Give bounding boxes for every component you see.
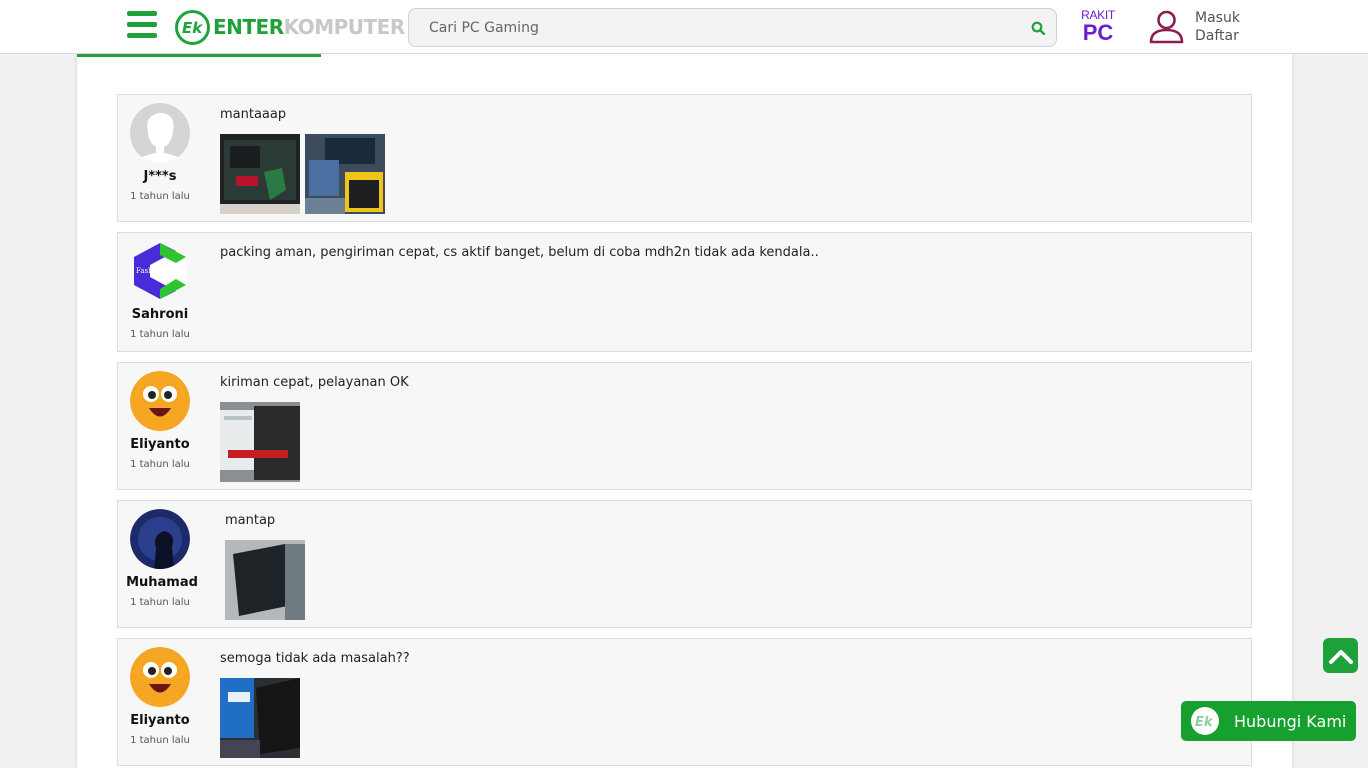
review-card: Fashion_88 Sahroni 1 tahun lalu packing … xyxy=(117,232,1252,352)
review-time: 1 tahun lalu xyxy=(130,329,190,340)
avatar xyxy=(130,647,190,707)
avatar xyxy=(130,509,190,569)
review-photos xyxy=(220,678,300,758)
avatar xyxy=(130,103,190,163)
svg-text:Ek: Ek xyxy=(182,19,203,36)
login-link[interactable]: Masuk xyxy=(1195,9,1240,27)
site-header: Ek ENTERKOMPUTER RAKIT PC Masuk Daftar xyxy=(0,0,1368,54)
review-card: J***s 1 tahun lalu mantaaap xyxy=(117,94,1252,222)
hamburger-menu-icon[interactable] xyxy=(127,11,157,39)
site-logo[interactable]: Ek ENTERKOMPUTER xyxy=(175,9,405,45)
contact-label: Hubungi Kami xyxy=(1234,711,1347,731)
review-photos xyxy=(220,402,300,482)
review-photos xyxy=(220,134,385,214)
review-time: 1 tahun lalu xyxy=(130,735,190,746)
logo-wordmark: ENTERKOMPUTER xyxy=(213,15,405,39)
search-icon[interactable] xyxy=(1020,10,1056,46)
review-photos xyxy=(225,540,305,620)
user-account-icon[interactable] xyxy=(1148,9,1185,45)
avatar xyxy=(130,371,190,431)
svg-text:Fashion_88: Fashion_88 xyxy=(136,267,176,275)
active-tab-indicator xyxy=(77,54,321,57)
contact-us-button[interactable]: Ek Hubungi Kami xyxy=(1181,701,1356,741)
reviewer-name: J***s xyxy=(143,169,177,184)
review-card: Eliyanto 1 tahun lalu kiriman cepat, pel… xyxy=(117,362,1252,490)
chevron-up-icon xyxy=(1328,649,1353,664)
review-photo[interactable] xyxy=(220,678,300,758)
review-time: 1 tahun lalu xyxy=(130,459,190,470)
pc-label: PC xyxy=(1082,20,1114,45)
register-link[interactable]: Daftar xyxy=(1195,27,1240,45)
review-card: Muhamad 1 tahun lalu mantap xyxy=(117,500,1252,628)
scroll-to-top-button[interactable] xyxy=(1323,638,1358,673)
review-card: Eliyanto 1 tahun lalu semoga tidak ada m… xyxy=(117,638,1252,766)
review-comment: mantaaap xyxy=(220,107,287,122)
review-photo[interactable] xyxy=(225,540,305,620)
ek-logo-icon: Ek xyxy=(175,9,210,45)
reviewer-name: Sahroni xyxy=(131,307,189,322)
logo-text-komputer: KOMPUTER xyxy=(283,15,406,39)
reviewer-name: Muhamad xyxy=(126,575,198,590)
auth-links: Masuk Daftar xyxy=(1195,9,1240,45)
review-photo[interactable] xyxy=(305,134,385,214)
review-comment: kiriman cepat, pelayanan OK xyxy=(220,375,409,390)
reviewer-name: Eliyanto xyxy=(130,437,190,452)
reviewer-name: Eliyanto xyxy=(130,713,190,728)
review-time: 1 tahun lalu xyxy=(130,597,190,608)
review-photo[interactable] xyxy=(220,402,300,482)
review-time: 1 tahun lalu xyxy=(130,191,190,202)
logo-text-enter: ENTER xyxy=(213,15,284,39)
review-comment: semoga tidak ada masalah?? xyxy=(220,651,410,666)
reviews-panel: J***s 1 tahun lalu mantaaap Fashion_88 S… xyxy=(77,54,1292,768)
avatar: Fashion_88 xyxy=(130,241,190,301)
review-comment: packing aman, pengiriman cepat, cs aktif… xyxy=(220,245,819,260)
review-comment: mantap xyxy=(225,513,276,528)
review-photo[interactable] xyxy=(220,134,300,214)
ek-logo-icon: Ek xyxy=(1191,707,1219,735)
svg-text:Ek: Ek xyxy=(1195,715,1214,729)
search-bar xyxy=(408,8,1057,47)
rakit-pc-link[interactable]: RAKIT PC xyxy=(1080,9,1116,44)
search-input[interactable] xyxy=(409,19,1020,36)
